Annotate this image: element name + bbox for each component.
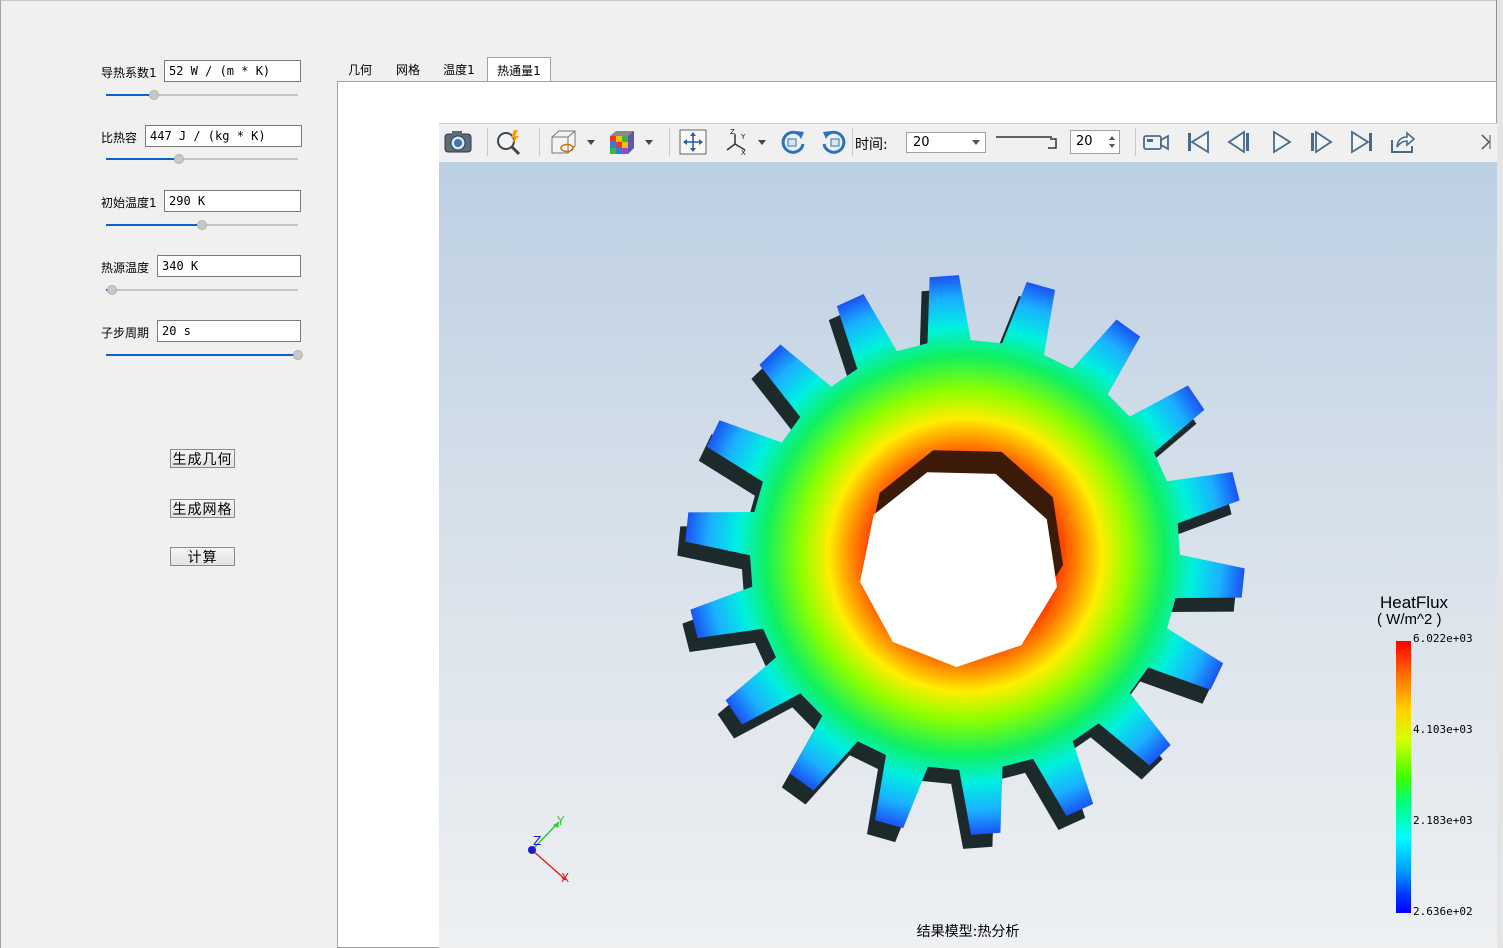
rotate-ccw-icon[interactable] (819, 128, 849, 156)
chevron-down-icon (972, 140, 980, 145)
first-frame-icon[interactable] (1183, 128, 1213, 156)
slider-handle[interactable] (106, 285, 117, 295)
svg-text:Y: Y (740, 133, 746, 141)
box-view-icon[interactable] (548, 128, 578, 156)
conductivity-slider[interactable] (106, 90, 298, 100)
legend-colorbar (1396, 641, 1411, 913)
specific-heat-slider[interactable] (106, 154, 298, 164)
play-icon[interactable] (1266, 128, 1296, 156)
slider-handle[interactable] (173, 154, 184, 164)
initial-temp-slider[interactable] (106, 220, 298, 230)
zoom-icon[interactable] (494, 128, 524, 156)
slider-handle[interactable] (149, 90, 159, 100)
fit-view-icon[interactable] (678, 128, 708, 156)
axis-y-label: Y (556, 814, 565, 828)
tab-geometry[interactable]: 几何 (340, 58, 380, 81)
time-select[interactable]: 20 (906, 132, 986, 153)
initial-temp-input[interactable]: 290 K (164, 190, 301, 212)
camera-icon[interactable] (443, 128, 473, 156)
conductivity-input[interactable]: 52 W / (m * K) (164, 60, 301, 82)
time-label: 时间: (855, 137, 888, 153)
toolbar-separator (669, 128, 670, 156)
last-frame-icon[interactable] (1347, 128, 1377, 156)
substep-input[interactable]: 20 s (157, 320, 301, 342)
toolbar-separator (852, 128, 853, 156)
axis-triad: Y X Z (528, 814, 569, 885)
spin-arrows-icon[interactable] (1108, 134, 1116, 150)
compute-button[interactable]: 计算 (170, 547, 235, 566)
tab-heat-flux[interactable]: 热通量1 (487, 57, 551, 82)
source-temp-slider[interactable] (106, 285, 298, 295)
generate-mesh-button[interactable]: 生成网格 (170, 499, 235, 518)
param-label-conductivity: 导热系数1 (101, 66, 157, 80)
chevron-down-icon[interactable] (587, 140, 595, 145)
tab-temperature[interactable]: 温度1 (436, 58, 482, 81)
param-label-substep: 子步周期 (101, 326, 150, 340)
axes-icon[interactable]: Z Y X (721, 128, 751, 156)
legend-tick-2: 4.103e+03 (1413, 723, 1473, 736)
param-label-source-temp: 热源温度 (101, 261, 150, 275)
video-icon[interactable] (1141, 128, 1171, 156)
spin-value: 20 (1076, 134, 1093, 149)
slider-handle[interactable] (293, 350, 303, 360)
gear-model: Y X Z (528, 275, 1245, 885)
axis-x-label: X (561, 871, 569, 885)
specific-heat-input[interactable]: 447 J / (kg * K) (145, 125, 302, 147)
rotate-cw-icon[interactable] (778, 128, 808, 156)
param-label-initial-temp: 初始温度1 (101, 196, 157, 210)
substep-slider[interactable] (106, 350, 303, 360)
tab-mesh[interactable]: 网格 (388, 58, 428, 81)
legend-unit: ( W/m^2 ) (1377, 611, 1442, 628)
legend-tick-max: 6.022e+03 (1413, 632, 1473, 645)
time-slider[interactable] (994, 133, 1064, 151)
prev-frame-icon[interactable] (1224, 128, 1254, 156)
slider-handle[interactable] (197, 220, 207, 230)
axis-z-label: Z (533, 834, 541, 848)
time-select-value: 20 (913, 135, 930, 150)
svg-text:Z: Z (730, 128, 735, 136)
toolbar-overflow-icon[interactable] (1480, 132, 1492, 152)
generate-geometry-button[interactable]: 生成几何 (170, 449, 235, 468)
legend-tick-3: 2.183e+03 (1413, 814, 1473, 827)
toolbar-separator (487, 128, 488, 156)
window-edge (1496, 0, 1503, 948)
svg-text:X: X (741, 149, 746, 156)
export-icon[interactable] (1388, 128, 1418, 156)
source-temp-input[interactable]: 340 K (157, 255, 301, 277)
legend-tick-min: 2.636e+02 (1413, 905, 1473, 918)
toolbar-separator (539, 128, 540, 156)
toolbar-separator (1135, 128, 1136, 156)
chevron-down-icon[interactable] (758, 140, 766, 145)
3d-viewport[interactable]: Y X Z HeatFlux ( W/m^2 ) 6.022e+03 4.103… (439, 162, 1497, 948)
model-caption: 结果模型:热分析 (916, 924, 1020, 940)
time-spinbox[interactable]: 20 (1070, 130, 1120, 154)
cube-color-icon[interactable] (606, 128, 636, 156)
legend-title: HeatFlux (1380, 593, 1449, 612)
next-frame-icon[interactable] (1306, 128, 1336, 156)
chevron-down-icon[interactable] (645, 140, 653, 145)
param-label-specific-heat: 比热容 (101, 131, 138, 145)
